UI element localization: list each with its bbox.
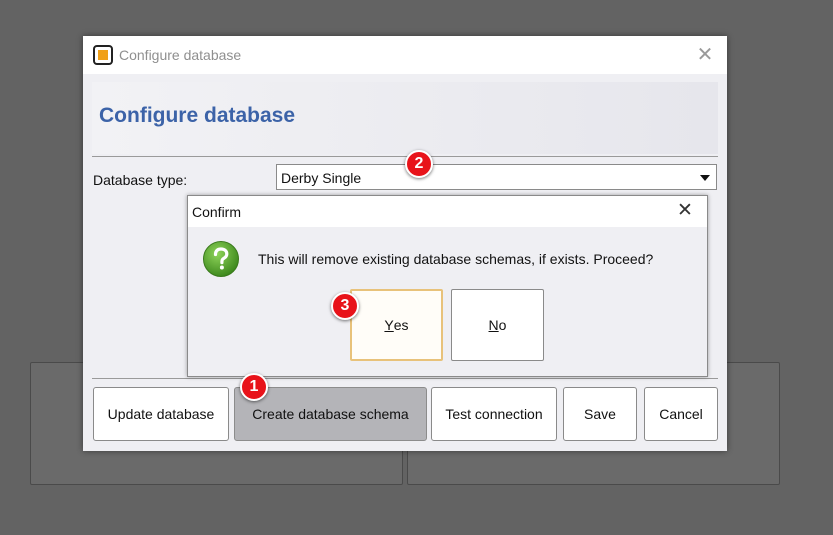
divider-top (92, 156, 718, 157)
save-button[interactable]: Save (563, 387, 637, 441)
confirm-dialog: Confirm ✕ This will remove existing data… (187, 195, 708, 377)
step-marker-3: 3 (331, 292, 359, 320)
database-type-value: Derby Single (281, 170, 362, 186)
chevron-down-icon (700, 175, 710, 181)
step-marker-1: 1 (240, 373, 268, 401)
database-type-select[interactable]: Derby Single (276, 164, 717, 190)
header-band: Configure database (92, 82, 718, 154)
close-icon[interactable]: ✕ (695, 44, 715, 66)
yes-mnemonic: Y (384, 317, 394, 333)
confirm-titlebar: Confirm ✕ (188, 196, 707, 227)
cancel-button[interactable]: Cancel (644, 387, 718, 441)
app-logo-icon (93, 45, 113, 65)
page-title: Configure database (99, 104, 296, 127)
test-connection-button[interactable]: Test connection (431, 387, 557, 441)
yes-button[interactable]: Yes (350, 289, 443, 361)
step-marker-2: 2 (405, 150, 433, 178)
confirm-message: This will remove existing database schem… (258, 251, 654, 267)
database-type-label: Database type: (93, 172, 188, 188)
update-database-button[interactable]: Update database (93, 387, 229, 441)
no-button[interactable]: No (451, 289, 544, 361)
dialog-title: Configure database (119, 47, 242, 63)
question-icon (203, 241, 239, 277)
yes-label-rest: es (393, 317, 409, 333)
divider-bottom (92, 378, 718, 379)
no-mnemonic: N (488, 317, 499, 333)
no-label-rest: o (498, 317, 507, 333)
dialog-titlebar: Configure database ✕ (83, 36, 727, 74)
confirm-title: Confirm (192, 204, 242, 220)
close-icon[interactable]: ✕ (675, 200, 695, 222)
